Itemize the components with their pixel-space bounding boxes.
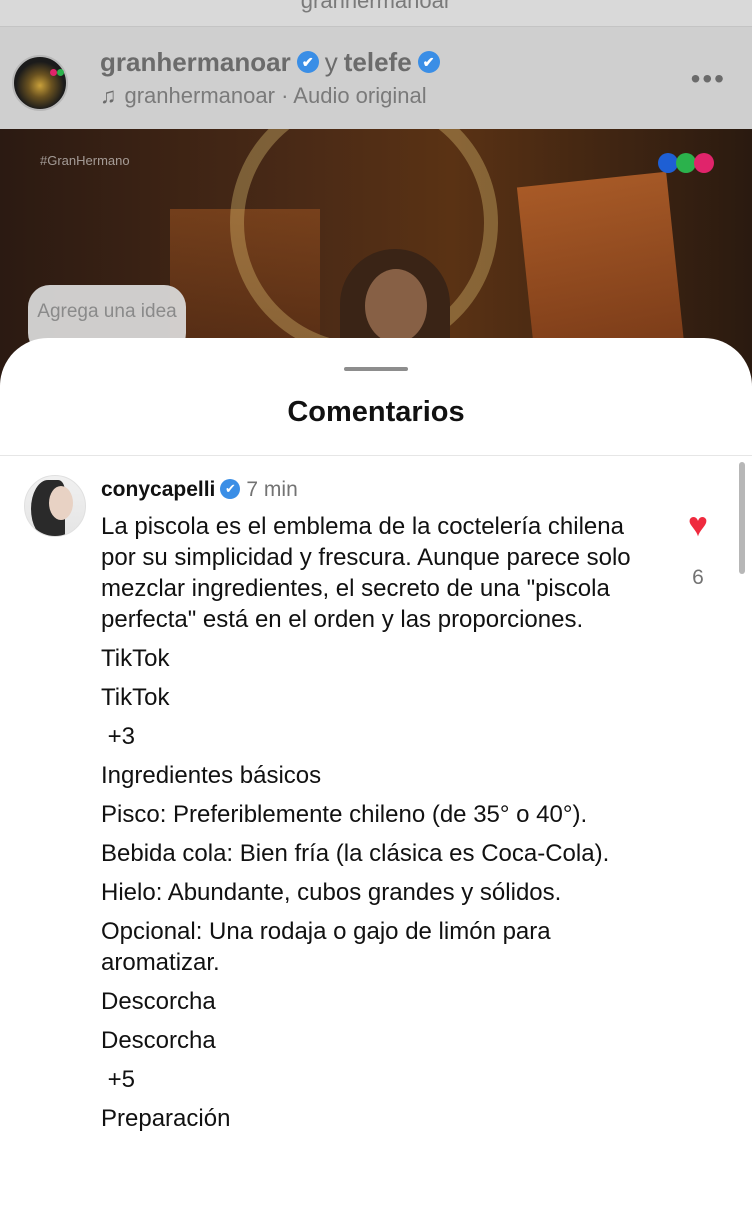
comment-line: Ingredientes básicos [101,762,322,789]
like-button[interactable]: ♥ 6 [681,508,715,590]
logo-dot [694,153,714,173]
like-count: 6 [692,566,704,589]
comment-username[interactable]: conycapelli [101,478,215,501]
verified-badge-icon: ✔ [220,478,241,499]
comment-line: Bebida cola: Bien fría (la clásica es Co… [101,840,610,867]
post-title: granhermanoar ✔ y telefe ✔ [100,47,440,78]
telefe-logo-icon [658,153,714,178]
comment-header: conycapelli ✔ 7 min [101,478,298,502]
post-collaborator-name[interactable]: telefe [344,47,412,77]
post-audio-line[interactable]: ♫ granhermanoar · Audio original [100,83,427,109]
video-person-face [365,269,427,343]
verified-badge-icon: ✔ [417,51,440,74]
logo-dot [676,153,696,173]
sheet-divider [0,455,752,456]
comment-line: TikTok [101,645,170,672]
audio-separator: · [281,83,289,108]
avatar-face [49,486,73,520]
video-hashtag: #GranHermano [40,153,130,168]
post-conjunction: y [324,47,338,77]
verified-badge-icon: ✔ [296,51,319,74]
heart-icon[interactable]: ♥ [681,508,715,542]
post-author-avatar[interactable] [12,55,68,111]
audio-author: granhermanoar [124,83,275,108]
comment-line: La piscola es el emblema de la coctelerí… [101,513,631,633]
comment-line: Opcional: Una rodaja o gajo de limón par… [101,918,551,976]
logo-dot [658,153,678,173]
audio-label: Audio original [293,83,427,108]
comment-time: 7 min [246,478,298,501]
scrollbar[interactable] [739,462,745,574]
post-author-name[interactable]: granhermanoar [100,47,291,77]
music-note-icon: ♫ [100,83,117,108]
sheet-drag-handle[interactable] [344,367,408,371]
more-options-icon[interactable]: ••• [691,63,726,95]
commenter-avatar[interactable] [24,475,86,537]
comment-line: Descorcha [101,1027,216,1054]
comments-sheet: Comentarios conycapelli ✔ 7 min La piscola… [0,338,752,1218]
top-username: granhermanoar [300,0,452,13]
comment-line: Preparación [101,1105,231,1132]
comment-line: +3 [101,723,136,750]
comment-line: Hielo: Abundante, cubos grandes y sólido… [101,879,562,906]
avatar-dot-pink [50,69,57,76]
comment-line: Pisco: Preferiblemente chileno (de 35° o… [101,801,588,828]
comment-body: La piscola es el emblema de la coctelerí… [101,511,661,1142]
avatar-dot-green [57,69,64,76]
comment-line: +5 [101,1066,136,1093]
comment-line: TikTok [101,684,170,711]
sheet-title: Comentarios [287,396,465,428]
comment-line: Descorcha [101,988,216,1015]
post-header: granhermanoar ✔ y telefe ✔ ♫ granhermanoar · … [0,27,752,129]
